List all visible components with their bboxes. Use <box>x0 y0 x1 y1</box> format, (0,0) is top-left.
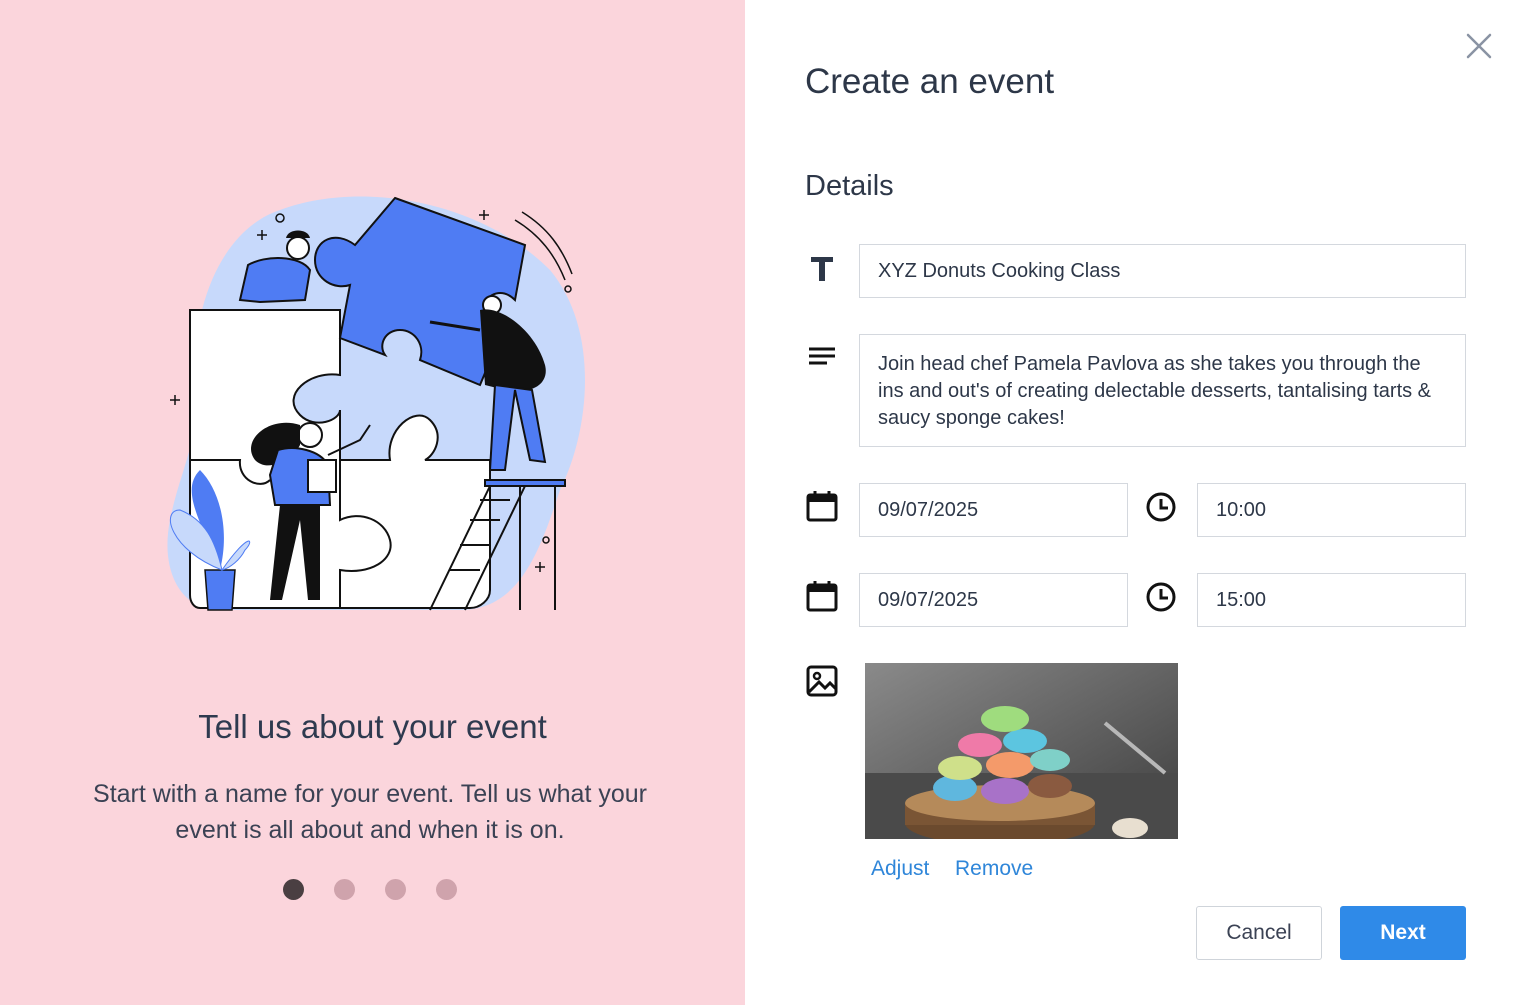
step-indicator <box>283 879 457 900</box>
adjust-image-link[interactable]: Adjust <box>871 857 929 881</box>
end-date-input[interactable]: 09/07/2025 <box>859 573 1128 627</box>
step-dot-2[interactable] <box>334 879 355 900</box>
event-image-preview[interactable] <box>865 663 1178 839</box>
calendar-icon <box>806 581 838 612</box>
clock-icon <box>1146 492 1176 522</box>
calendar-icon <box>806 491 838 522</box>
section-title: Details <box>805 170 894 202</box>
puzzle-team-illustration <box>167 196 585 611</box>
next-button[interactable]: Next <box>1340 906 1466 960</box>
onboarding-title: Tell us about your event <box>198 708 547 745</box>
description-icon <box>809 347 835 365</box>
onboarding-description: Start with a name for your event. Tell u… <box>93 780 647 844</box>
close-icon[interactable] <box>1463 30 1495 62</box>
step-dot-4[interactable] <box>436 879 457 900</box>
macaron-photo <box>865 663 1178 839</box>
remove-image-link[interactable]: Remove <box>955 857 1033 881</box>
onboarding-panel: Tell us about your event Start with a na… <box>0 0 745 1005</box>
description-textarea[interactable]: Join head chef Pamela Pavlova as she tak… <box>859 334 1466 447</box>
text-icon <box>811 257 833 281</box>
event-name-input[interactable]: XYZ Donuts Cooking Class <box>859 244 1466 298</box>
image-icon <box>806 665 838 697</box>
clock-icon <box>1146 582 1176 612</box>
end-time-input[interactable]: 15:00 <box>1197 573 1466 627</box>
dialog-title: Create an event <box>805 62 1055 101</box>
create-event-dialog: Create an event Details XYZ Donuts Cooki… <box>745 0 1520 1005</box>
start-time-input[interactable]: 10:00 <box>1197 483 1466 537</box>
step-dot-1[interactable] <box>283 879 304 900</box>
start-date-input[interactable]: 09/07/2025 <box>859 483 1128 537</box>
step-dot-3[interactable] <box>385 879 406 900</box>
cancel-button[interactable]: Cancel <box>1196 906 1322 960</box>
